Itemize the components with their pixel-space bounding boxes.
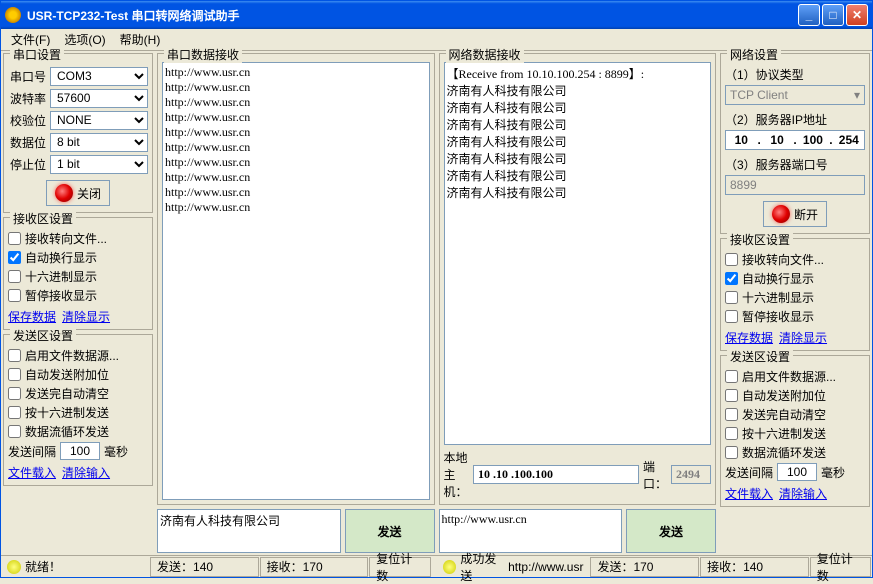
serial-recv-text[interactable]: http://www.usr.cn http://www.usr.cn http… (162, 62, 430, 500)
serial-recv-opts: 接收区设置 接收转向文件... 自动换行显示 十六进制显示 暂停接收显示 保存数… (3, 217, 153, 330)
net-recv-opts: 接收区设置 接收转向文件... 自动换行显示 十六进制显示 暂停接收显示 保存数… (720, 238, 870, 351)
recv-to-file-checkbox[interactable] (8, 232, 21, 245)
nsend-autoextra-checkbox[interactable] (725, 389, 738, 402)
nrecv-clear-link[interactable]: 清除显示 (779, 329, 827, 346)
serial-close-button[interactable]: 关闭 (46, 180, 110, 206)
nsend-clearinput-link[interactable]: 清除输入 (779, 485, 827, 502)
statusbar: 就绪！ 发送：140 接收：170 复位计数 成功发送 http://www.u… (1, 555, 872, 577)
com-port-select[interactable]: COM3 (50, 67, 148, 86)
nsend-loadfile-link[interactable]: 文件载入 (725, 485, 773, 502)
recv-hex-checkbox[interactable] (8, 270, 21, 283)
net-recv-panel: 网络数据接收 【Receive from 10.10.100.254 : 889… (439, 53, 717, 505)
serial-reset-count-button[interactable]: 复位计数 (369, 557, 430, 577)
nrecv-pause-checkbox[interactable] (725, 310, 738, 323)
record-icon (55, 184, 73, 202)
baud-select[interactable]: 57600 (50, 89, 148, 108)
databits-select[interactable]: 8 bit (50, 133, 148, 152)
recv-save-link[interactable]: 保存数据 (8, 308, 56, 325)
recv-autowrap-checkbox[interactable] (8, 251, 21, 264)
serial-send-opts: 发送区设置 启用文件数据源... 自动发送附加位 发送完自动清空 按十六进制发送… (3, 334, 153, 486)
recv-pause-checkbox[interactable] (8, 289, 21, 302)
stopbits-select[interactable]: 1 bit (50, 155, 148, 174)
serial-send-input[interactable]: 济南有人科技有限公司 (157, 509, 341, 553)
nrecv-save-link[interactable]: 保存数据 (725, 329, 773, 346)
window-title: USR-TCP232-Test 串口转网络调试助手 (27, 7, 798, 24)
titlebar: USR-TCP232-Test 串口转网络调试助手 _ □ ✕ (1, 1, 872, 29)
send-autoextra-checkbox[interactable] (8, 368, 21, 381)
parity-select[interactable]: NONE (50, 111, 148, 130)
status-ready: 就绪！ (25, 558, 61, 575)
nsend-hex-checkbox[interactable] (725, 427, 738, 440)
send-loop-checkbox[interactable] (8, 425, 21, 438)
net-send-button[interactable]: 发送 (626, 509, 716, 553)
net-send-opts: 发送区设置 启用文件数据源... 自动发送附加位 发送完自动清空 按十六进制发送… (720, 355, 870, 507)
serial-send-button[interactable]: 发送 (345, 509, 435, 553)
nrecv-autowrap-checkbox[interactable] (725, 272, 738, 285)
send-clearinput-link[interactable]: 清除输入 (62, 464, 110, 481)
server-port-input: 8899 (725, 175, 865, 195)
nsend-from-file-checkbox[interactable] (725, 370, 738, 383)
net-recv-text[interactable]: 【Receive from 10.10.100.254 : 8899】: 济南有… (444, 62, 712, 445)
net-settings-group: 网络设置 （1）协议类型 TCP Client▾ （2）服务器IP地址 10. … (720, 53, 870, 234)
net-disconnect-button[interactable]: 断开 (763, 201, 827, 227)
record-icon (772, 205, 790, 223)
nsend-clearafter-checkbox[interactable] (725, 408, 738, 421)
serial-settings-group: 串口设置 串口号COM3 波特率57600 校验位NONE 数据位8 bit 停… (3, 53, 153, 213)
menu-options[interactable]: 选项(O) (58, 29, 111, 50)
bulb-icon (443, 560, 456, 574)
send-from-file-checkbox[interactable] (8, 349, 21, 362)
menu-help[interactable]: 帮助(H) (114, 29, 167, 50)
recv-clear-link[interactable]: 清除显示 (62, 308, 110, 325)
net-send-input[interactable]: http://www.usr.cn (439, 509, 623, 553)
nrecv-to-file-checkbox[interactable] (725, 253, 738, 266)
app-icon (5, 7, 21, 23)
send-loadfile-link[interactable]: 文件载入 (8, 464, 56, 481)
server-ip-input[interactable]: 10. 10. 100. 254 (725, 130, 865, 150)
send-hex-checkbox[interactable] (8, 406, 21, 419)
nrecv-hex-checkbox[interactable] (725, 291, 738, 304)
nsend-interval-input[interactable] (777, 463, 817, 481)
minimize-button[interactable]: _ (798, 4, 820, 26)
local-host-input[interactable] (473, 465, 639, 484)
close-button[interactable]: ✕ (846, 4, 868, 26)
maximize-button[interactable]: □ (822, 4, 844, 26)
send-clearafter-checkbox[interactable] (8, 387, 21, 400)
send-interval-input[interactable] (60, 442, 100, 460)
net-reset-count-button[interactable]: 复位计数 (810, 557, 871, 577)
protocol-select[interactable]: TCP Client▾ (725, 85, 865, 105)
serial-recv-panel: 串口数据接收 http://www.usr.cn http://www.usr.… (157, 53, 435, 505)
local-port-input (671, 465, 711, 484)
nsend-loop-checkbox[interactable] (725, 446, 738, 459)
bulb-icon (7, 560, 21, 574)
